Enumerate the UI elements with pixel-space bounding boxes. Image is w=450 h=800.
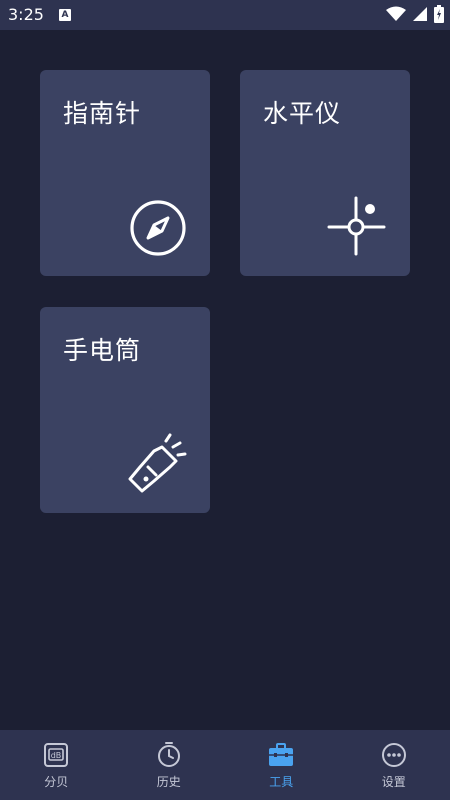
notification-a-icon: A bbox=[59, 9, 71, 21]
compass-card[interactable]: 指南针 bbox=[40, 70, 210, 276]
nav-label-history: 历史 bbox=[156, 775, 181, 789]
flashlight-card-title: 手电筒 bbox=[63, 336, 142, 365]
crosshair-level-icon bbox=[327, 196, 386, 256]
flashlight-card[interactable]: 手电筒 bbox=[40, 307, 210, 513]
nav-label-decibel: 分贝 bbox=[44, 775, 69, 789]
compass-icon bbox=[130, 200, 186, 256]
flashlight-icon bbox=[128, 433, 187, 493]
nav-item-tools[interactable]: 工具 bbox=[225, 730, 338, 800]
toolbox-icon bbox=[269, 743, 294, 766]
history-clock-icon bbox=[157, 742, 180, 767]
settings-more-icon bbox=[381, 743, 406, 767]
status-time: 3:25 bbox=[8, 5, 44, 24]
bottom-nav: dB 分贝 历史 工具 设置 bbox=[0, 730, 450, 800]
nav-item-settings[interactable]: 设置 bbox=[338, 730, 450, 800]
status-icons bbox=[386, 5, 444, 23]
wifi-icon bbox=[386, 6, 406, 21]
battery-icon bbox=[434, 5, 444, 23]
signal-icon bbox=[413, 7, 427, 21]
nav-label-settings: 设置 bbox=[381, 775, 406, 789]
decibel-icon: dB bbox=[44, 743, 69, 767]
compass-card-title: 指南针 bbox=[63, 99, 142, 128]
nav-item-decibel[interactable]: dB 分贝 bbox=[0, 730, 113, 800]
level-card[interactable]: 水平仪 bbox=[240, 70, 410, 276]
nav-item-history[interactable]: 历史 bbox=[113, 730, 226, 800]
level-card-title: 水平仪 bbox=[263, 99, 342, 128]
svg-text:dB: dB bbox=[51, 751, 62, 760]
nav-label-tools: 工具 bbox=[269, 775, 294, 789]
status-bar: 3:25 A bbox=[0, 0, 450, 30]
